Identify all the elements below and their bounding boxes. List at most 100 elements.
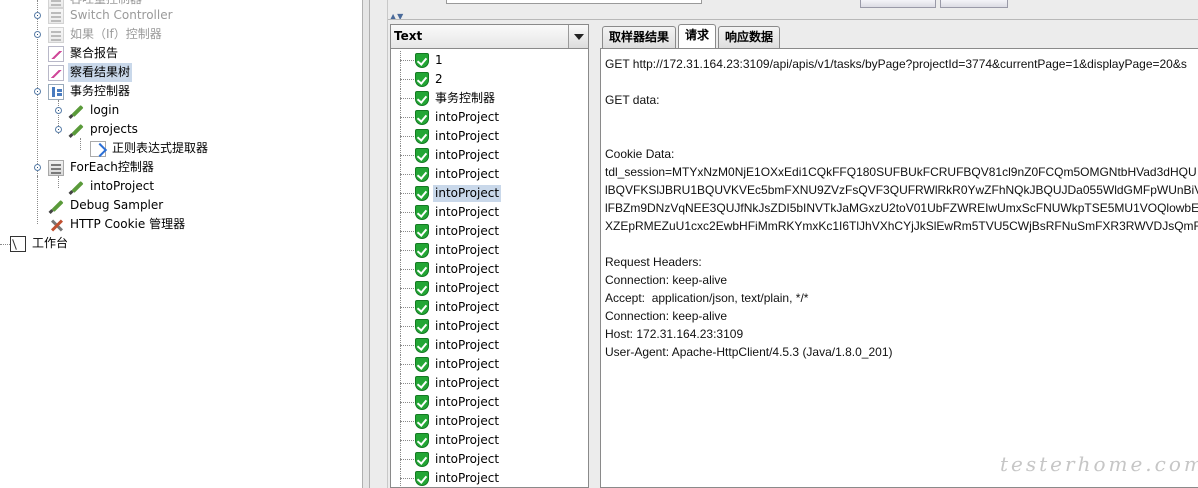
tree-item-foreach-controller[interactable]: ForEach控制器 — [48, 158, 156, 177]
tree-connector — [400, 364, 416, 365]
result-list-item[interactable]: intoProject — [391, 355, 588, 374]
tree-connector — [400, 231, 416, 232]
result-list-item[interactable]: intoProject — [391, 222, 588, 241]
detail-tabs: 取样器结果 请求 响应数据 — [602, 24, 782, 48]
result-list-item-label: intoProject — [435, 262, 500, 276]
result-list-item[interactable]: intoProject — [391, 260, 588, 279]
request-text-line: Cookie Data: — [605, 147, 675, 161]
tree-connector — [400, 459, 416, 460]
divider — [388, 19, 1198, 20]
result-list-item-label: intoProject — [433, 185, 502, 202]
request-text-line: Connection: keep-alive — [605, 273, 728, 287]
request-text-line: Host: 172.31.164.23:3109 — [605, 327, 744, 341]
result-list-item[interactable]: intoProject — [391, 336, 588, 355]
switch-controller-icon — [48, 7, 64, 24]
panel-edge — [370, 0, 388, 488]
tree-connector — [400, 136, 416, 137]
tree-connector — [400, 212, 416, 213]
result-list-item[interactable]: 2 — [391, 70, 588, 89]
request-text-line — [605, 73, 1198, 91]
tree-item-switch-controller[interactable]: Switch Controller — [48, 6, 175, 25]
top-input-field[interactable] — [446, 0, 702, 4]
result-list-item[interactable]: intoProject — [391, 374, 588, 393]
request-text-line: Request Headers: — [605, 255, 702, 269]
tree-item-projects[interactable]: projects — [68, 120, 140, 139]
request-text-area[interactable]: GET http://172.31.164.23:3109/api/apis/v… — [600, 48, 1198, 488]
result-list-item[interactable]: intoProject — [391, 298, 588, 317]
http-sampler-icon — [68, 122, 84, 138]
tab-sampler-result[interactable]: 取样器结果 — [602, 26, 677, 48]
result-list-item[interactable]: intoProject — [391, 450, 588, 469]
result-list-item[interactable]: intoProject — [391, 203, 588, 222]
tab-request[interactable]: 请求 — [678, 24, 717, 48]
request-text-line: lFBZm9DNzVqNEE3QUJfNkJsZDI5bINVTkJaMGxzU… — [605, 201, 1198, 215]
result-list-item-label: intoProject — [435, 452, 500, 466]
success-shield-icon — [415, 205, 429, 220]
result-list-item[interactable]: intoProject — [391, 241, 588, 260]
result-list-item[interactable]: intoProject — [391, 412, 588, 431]
result-list-item-label: intoProject — [435, 243, 500, 257]
tree-item-label: 如果（If）控制器 — [70, 27, 162, 41]
result-list-item[interactable]: intoProject — [391, 108, 588, 127]
tree-connector — [80, 138, 81, 150]
tree-connector — [400, 307, 416, 308]
result-list-item[interactable]: intoProject — [391, 165, 588, 184]
result-list-item[interactable]: 1 — [391, 51, 588, 70]
result-list-item[interactable]: intoProject — [391, 431, 588, 450]
tree-item-label: 正则表达式提取器 — [112, 141, 209, 155]
renderer-dropdown[interactable]: Text — [391, 25, 588, 49]
result-list-item[interactable]: intoProject — [391, 317, 588, 336]
tree-expand-handle[interactable] — [55, 126, 62, 133]
request-text-line: tdl_session=MTYxNzM0NjE1OXxEdi1CQkFFQ180… — [605, 165, 1197, 179]
result-list-item[interactable]: intoProject — [391, 184, 588, 203]
tree-item-cookie-manager[interactable]: HTTP Cookie 管理器 — [48, 215, 187, 234]
tree-item-result-tree[interactable]: 察看结果树 — [48, 63, 133, 82]
tree-connector — [400, 383, 416, 384]
tree-item-workbench[interactable]: 工作台 — [10, 234, 70, 253]
tree-expand-handle[interactable] — [34, 164, 41, 171]
result-list-item-label: intoProject — [435, 376, 500, 390]
sample-detail-panel: 取样器结果 请求 响应数据 GET http://172.31.164.23:3… — [596, 24, 1198, 488]
success-shield-icon — [415, 53, 429, 68]
tree-connector — [400, 326, 416, 327]
result-list-item[interactable]: intoProject — [391, 279, 588, 298]
tab-response-data[interactable]: 响应数据 — [718, 26, 781, 48]
success-shield-icon — [415, 319, 429, 334]
regex-extractor-icon — [90, 140, 106, 157]
tree-item-if-controller[interactable]: 如果（If）控制器 — [48, 25, 164, 44]
tree-item-transaction-controller[interactable]: 事务控制器 — [48, 82, 132, 101]
result-list-item-label: intoProject — [435, 224, 500, 238]
tree-expand-handle[interactable] — [34, 31, 41, 38]
tree-item-label: Debug Sampler — [70, 198, 164, 212]
top-button[interactable] — [940, 0, 1008, 8]
result-list-item-label: intoProject — [435, 148, 500, 162]
tree-connector — [58, 176, 59, 188]
tree-item-label: login — [90, 103, 120, 117]
tree-item-into-project[interactable]: intoProject — [68, 177, 156, 196]
result-list-item[interactable]: intoProject — [391, 146, 588, 165]
top-button[interactable] — [860, 0, 936, 8]
success-shield-icon — [415, 357, 429, 372]
tree-expand-handle[interactable] — [34, 88, 41, 95]
debug-sampler-icon — [48, 198, 64, 214]
chevron-down-icon[interactable] — [568, 25, 588, 48]
tree-expand-handle[interactable] — [34, 12, 41, 19]
tree-item-debug-sampler[interactable]: Debug Sampler — [48, 196, 165, 215]
sample-result-list-panel: Text 1 2 事务控制器 intoProject intoProject intoPr… — [390, 24, 589, 488]
tree-connector — [400, 288, 416, 289]
tree-connector — [400, 98, 416, 99]
result-list-item[interactable]: 事务控制器 — [391, 89, 588, 108]
tree-item-login[interactable]: login — [68, 101, 121, 120]
success-shield-icon — [415, 471, 429, 486]
result-list-item[interactable]: intoProject — [391, 127, 588, 146]
tree-expand-handle[interactable] — [55, 107, 62, 114]
split-pane-divider[interactable] — [362, 0, 370, 488]
result-list-item[interactable]: intoProject — [391, 393, 588, 412]
success-shield-icon — [415, 452, 429, 467]
tree-item-regex-extractor[interactable]: 正则表达式提取器 — [90, 139, 210, 158]
result-list-item[interactable]: intoProject — [391, 469, 588, 487]
success-shield-icon — [415, 281, 429, 296]
result-list-item-label: intoProject — [435, 414, 500, 428]
tree-item-label: intoProject — [90, 179, 155, 193]
tree-item-aggregate-report[interactable]: 聚合报告 — [48, 44, 120, 63]
